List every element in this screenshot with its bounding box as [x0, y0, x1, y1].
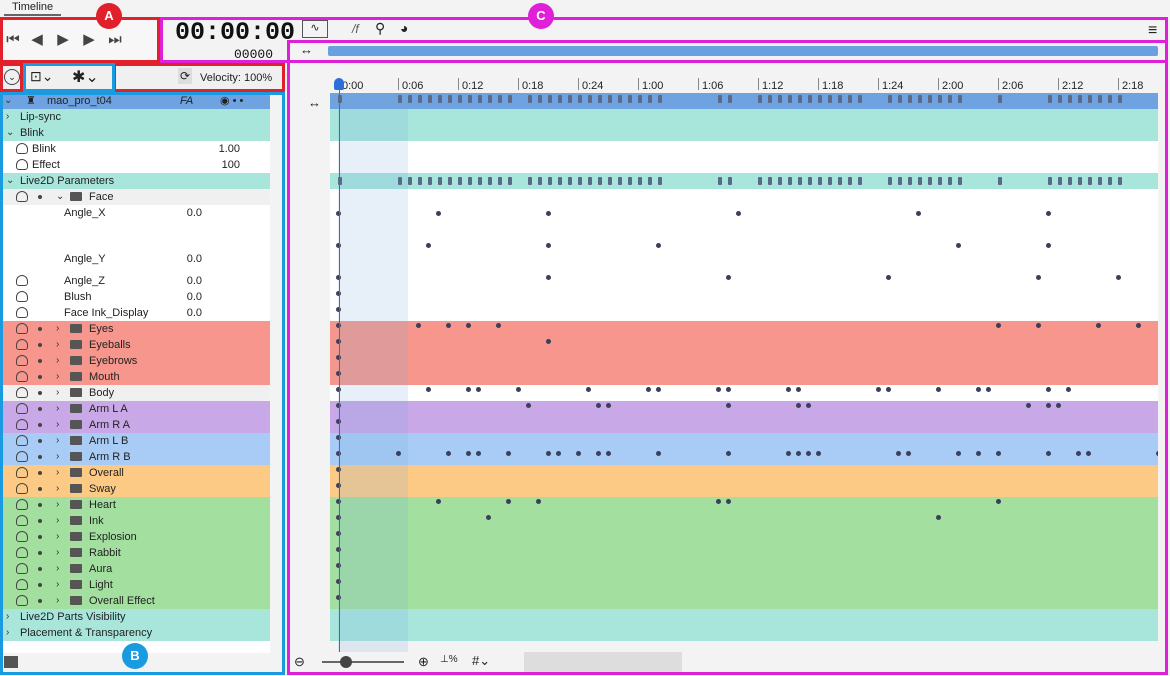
tab-timeline[interactable]: Timeline — [4, 0, 62, 16]
annotation-box-b-toolbar — [23, 63, 115, 92]
annotation-marker-b: B — [122, 643, 148, 669]
annotation-box-b — [0, 92, 285, 675]
annotation-box-a3 — [113, 63, 285, 92]
tab-bar — [0, 0, 1170, 16]
annotation-marker-c: C — [528, 3, 554, 29]
annotation-box-a2 — [0, 63, 23, 92]
annotation-box-c — [287, 40, 1168, 675]
annotation-box-a — [0, 17, 160, 63]
annotation-marker-a: A — [96, 3, 122, 29]
